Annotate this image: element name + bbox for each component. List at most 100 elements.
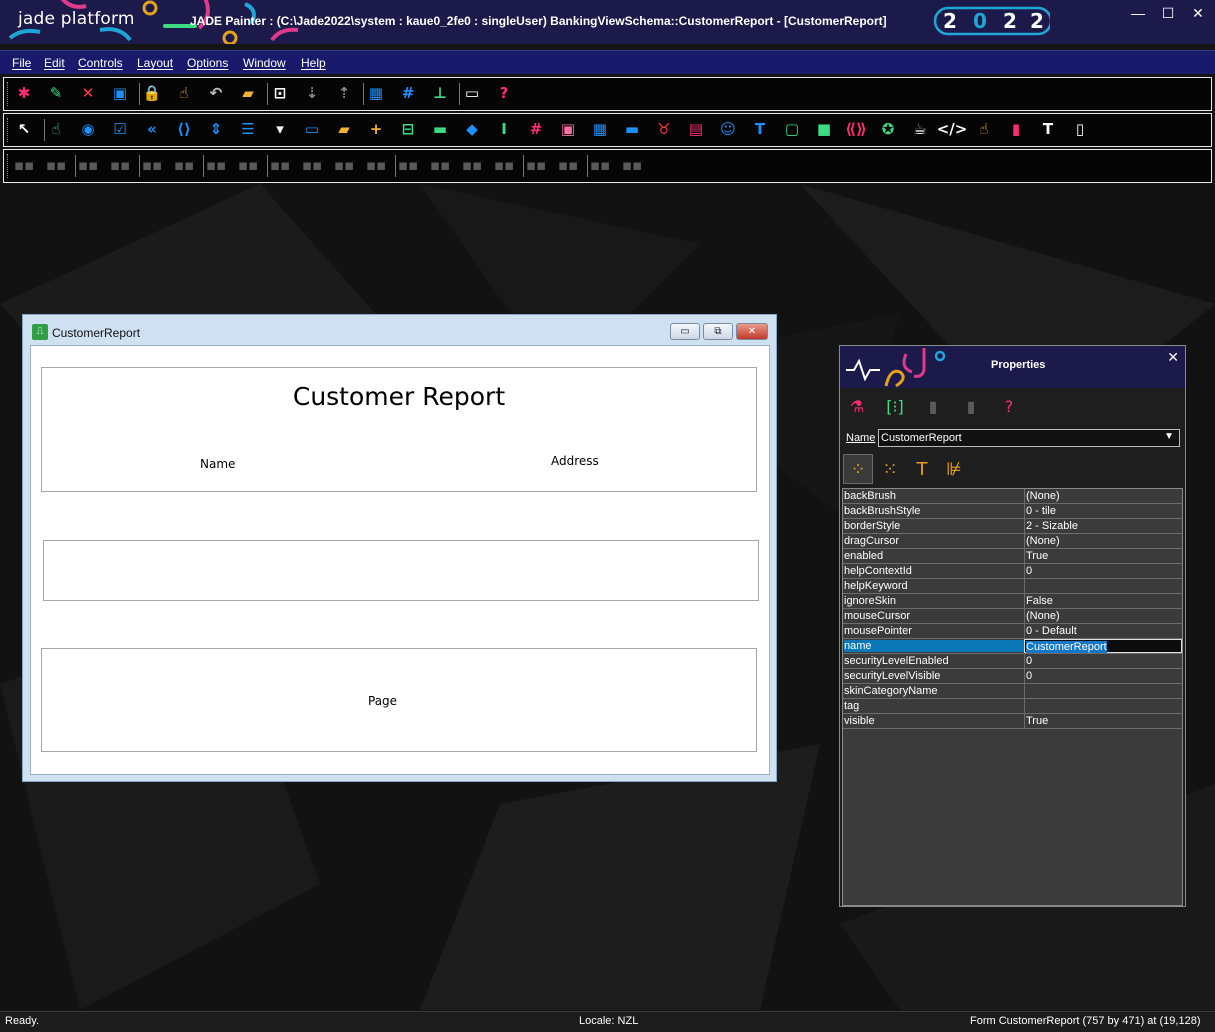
- frame-icon[interactable]: ▭: [300, 117, 324, 141]
- menu-edit[interactable]: Edit: [44, 56, 65, 70]
- property-row-securityLevelVisible[interactable]: securityLevelVisible 0: [843, 669, 1182, 684]
- tab-order-icon[interactable]: ⊡: [268, 81, 292, 105]
- delete-form-icon[interactable]: ✕: [76, 81, 100, 105]
- menu-controls[interactable]: Controls: [78, 56, 123, 70]
- report-detail-frame[interactable]: [43, 540, 759, 601]
- checkbox-icon[interactable]: ☑: [108, 117, 132, 141]
- snap-grid-icon[interactable]: #: [396, 81, 420, 105]
- property-row-dragCursor[interactable]: dragCursor (None): [843, 534, 1182, 549]
- undo-icon[interactable]: ↶: [204, 81, 228, 105]
- property-row-borderStyle[interactable]: borderStyle 2 - Sizable: [843, 519, 1182, 534]
- font-t-icon[interactable]: T: [748, 117, 772, 141]
- bull-icon[interactable]: ♉: [652, 117, 676, 141]
- page-icon[interactable]: ▯: [1068, 117, 1092, 141]
- option-button-icon[interactable]: ◉: [76, 117, 100, 141]
- property-value[interactable]: [1024, 699, 1182, 713]
- property-value[interactable]: 0 - tile: [1024, 504, 1182, 518]
- comment-icon[interactable]: ▭: [460, 81, 484, 105]
- form-restore-button[interactable]: ⧉: [703, 323, 733, 340]
- help-icon[interactable]: ?: [492, 81, 516, 105]
- folder-icon[interactable]: ▰: [332, 117, 356, 141]
- property-row-helpContextId[interactable]: helpContextId 0: [843, 564, 1182, 579]
- new-form-icon[interactable]: ✱: [12, 81, 36, 105]
- all-properties-icon[interactable]: ⁘: [843, 454, 873, 484]
- add-folder-icon[interactable]: +: [364, 117, 388, 141]
- property-row-tag[interactable]: tag: [843, 699, 1182, 714]
- minimize-button[interactable]: —: [1123, 4, 1153, 24]
- status-line-icon[interactable]: ▬: [428, 117, 452, 141]
- starbucks-icon[interactable]: ✪: [876, 117, 900, 141]
- selected-properties-icon[interactable]: ⁙: [875, 454, 905, 484]
- bring-front-icon[interactable]: ⇡: [332, 81, 356, 105]
- menu-file[interactable]: File: [12, 56, 31, 70]
- properties-close-button[interactable]: ✕: [1167, 349, 1179, 366]
- form-minimize-button[interactable]: ▭: [670, 323, 700, 340]
- open-folder-icon[interactable]: ▰: [236, 81, 260, 105]
- select-pointer-icon[interactable]: ☝: [172, 81, 196, 105]
- toolbar-grip[interactable]: [7, 154, 9, 178]
- property-row-ignoreSkin[interactable]: ignoreSkin False: [843, 594, 1182, 609]
- font-properties-icon[interactable]: T: [907, 454, 937, 484]
- report-header-frame[interactable]: Customer Report Name Address: [41, 367, 757, 492]
- combo-box-icon[interactable]: ▾: [268, 117, 292, 141]
- property-row-enabled[interactable]: enabled True: [843, 549, 1182, 564]
- property-row-backBrush[interactable]: backBrush (None): [843, 489, 1182, 504]
- page-label[interactable]: Page: [368, 694, 397, 708]
- control-name-combobox[interactable]: CustomerReport ▼: [878, 429, 1180, 447]
- property-row-backBrushStyle[interactable]: backBrushStyle 0 - tile: [843, 504, 1182, 519]
- property-row-skinCategoryName[interactable]: skinCategoryName: [843, 684, 1182, 699]
- property-row-securityLevelEnabled[interactable]: securityLevelEnabled 0: [843, 654, 1182, 669]
- text-icon[interactable]: T: [1036, 117, 1060, 141]
- property-value[interactable]: 2 - Sizable: [1024, 519, 1182, 533]
- property-value[interactable]: (None): [1024, 609, 1182, 623]
- text-box-icon[interactable]: I: [492, 117, 516, 141]
- menu-options[interactable]: Options: [187, 56, 228, 70]
- name-column-label[interactable]: Name: [200, 457, 235, 471]
- property-value[interactable]: CustomerReport: [1024, 639, 1182, 653]
- tag-icon[interactable]: ◆: [460, 117, 484, 141]
- chart-icon[interactable]: ▮: [1004, 117, 1028, 141]
- html-code-icon[interactable]: </>: [937, 117, 968, 141]
- chevron-down-icon[interactable]: ▼: [1164, 431, 1174, 442]
- click-tool-icon[interactable]: ☝: [44, 117, 68, 141]
- save-icon[interactable]: ▣: [108, 81, 132, 105]
- menu-help[interactable]: Help: [301, 56, 326, 70]
- menu-layout[interactable]: Layout: [137, 56, 173, 70]
- help-icon[interactable]: ?: [995, 392, 1023, 420]
- maximize-button[interactable]: ☐: [1153, 4, 1183, 24]
- address-column-label[interactable]: Address: [551, 454, 599, 468]
- grid-icon[interactable]: ▦: [364, 81, 388, 105]
- menu-window[interactable]: Window: [243, 56, 286, 70]
- hierarchy-icon[interactable]: ⊥: [428, 81, 452, 105]
- property-value[interactable]: 0 - Default: [1024, 624, 1182, 638]
- edit-form-icon[interactable]: ✎: [44, 81, 68, 105]
- jump-start-icon[interactable]: «: [140, 117, 164, 141]
- list-box-icon[interactable]: ☰: [236, 117, 260, 141]
- property-row-mousePointer[interactable]: mousePointer 0 - Default: [843, 624, 1182, 639]
- flask-icon[interactable]: ⚗: [843, 392, 871, 420]
- property-value[interactable]: False: [1024, 594, 1182, 608]
- toolbar-grip[interactable]: [7, 82, 9, 106]
- customer-report-form-window[interactable]: ⎍ CustomerReport ▭ ⧉ ✕ Customer Report N…: [22, 314, 777, 782]
- progress-bar-icon[interactable]: ▬: [620, 117, 644, 141]
- property-value[interactable]: [1024, 579, 1182, 593]
- layout-properties-icon[interactable]: ⊯: [939, 454, 969, 484]
- lock-icon[interactable]: 🔒: [140, 81, 164, 105]
- property-value[interactable]: (None): [1024, 534, 1182, 548]
- code-brackets-icon[interactable]: ⟨⟩: [172, 117, 196, 141]
- property-value[interactable]: True: [1024, 549, 1182, 563]
- coffee-cup-icon[interactable]: ☕: [908, 117, 932, 141]
- toolbar-grip[interactable]: [7, 118, 9, 142]
- film-icon[interactable]: ▤: [684, 117, 708, 141]
- property-value[interactable]: True: [1024, 714, 1182, 728]
- group-box-icon[interactable]: ⊟: [396, 117, 420, 141]
- property-row-helpKeyword[interactable]: helpKeyword: [843, 579, 1182, 594]
- report-footer-frame[interactable]: Page: [41, 648, 757, 752]
- property-row-mouseCursor[interactable]: mouseCursor (None): [843, 609, 1182, 624]
- property-value[interactable]: 0: [1024, 669, 1182, 683]
- form-close-button[interactable]: ✕: [736, 323, 768, 340]
- sheet-icon[interactable]: ▢: [780, 117, 804, 141]
- mask-icon[interactable]: ☺: [716, 117, 740, 141]
- ole-icon[interactable]: ⟪⟫: [844, 117, 868, 141]
- close-button[interactable]: ✕: [1183, 4, 1213, 24]
